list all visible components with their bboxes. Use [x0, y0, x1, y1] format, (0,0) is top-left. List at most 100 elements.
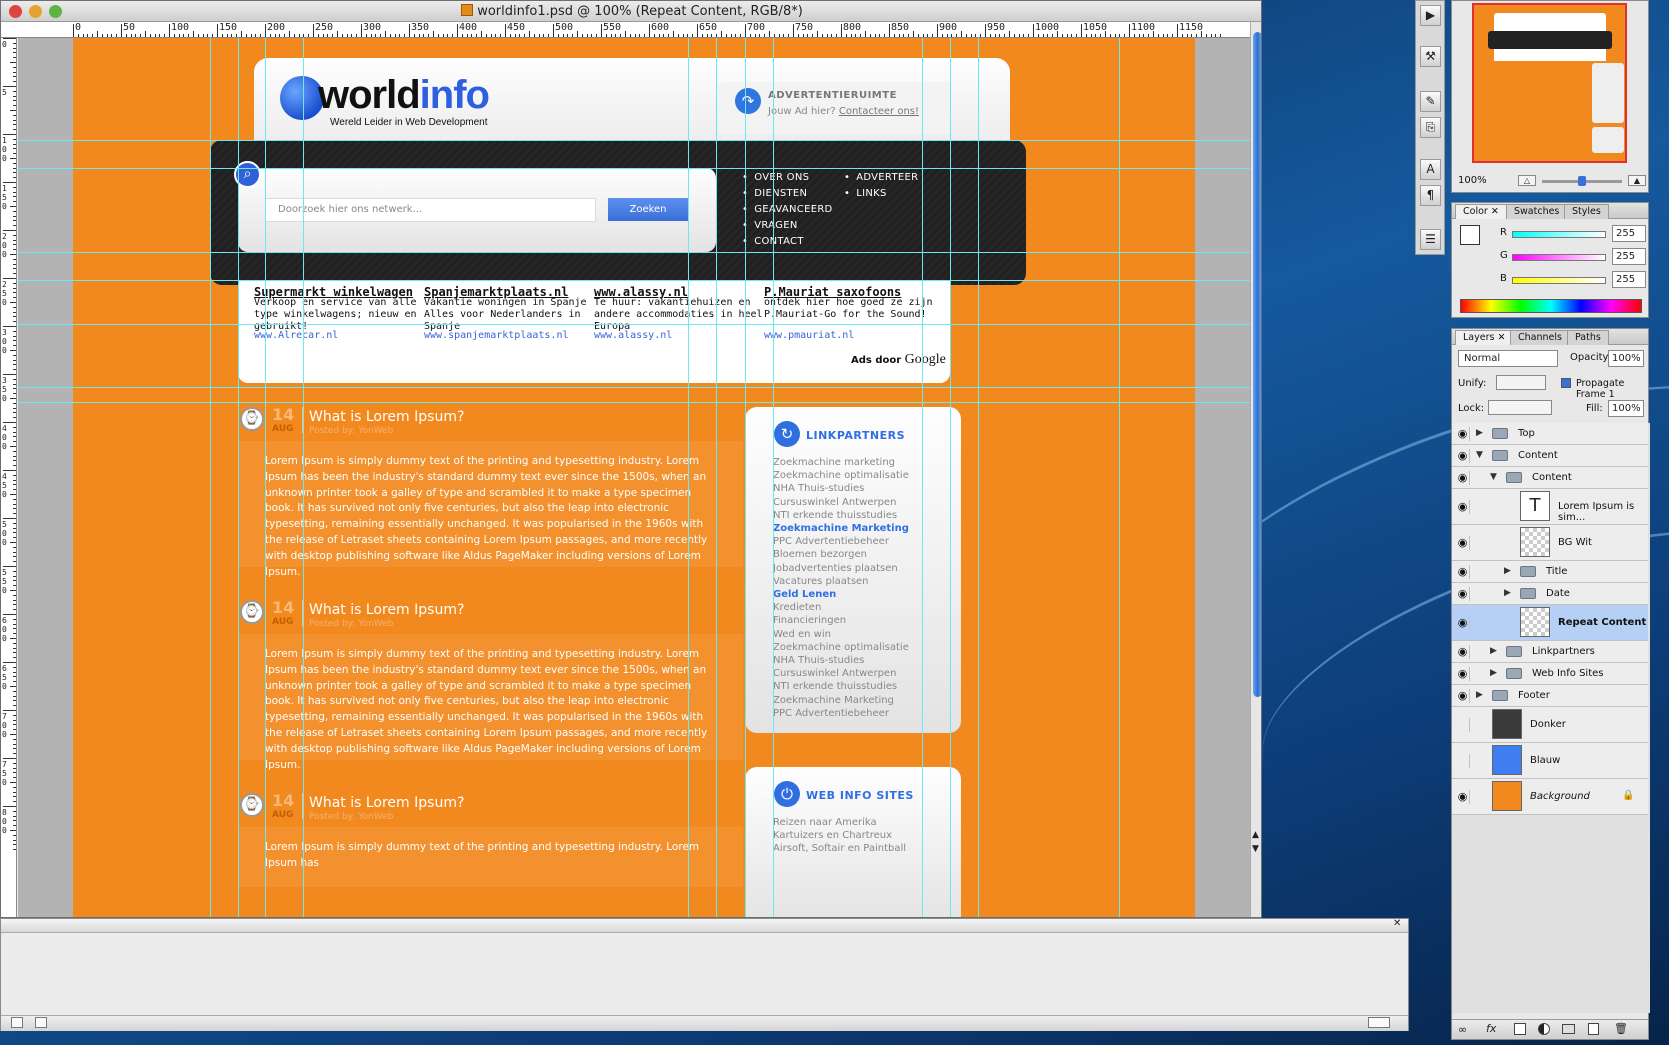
- linkpartner-link[interactable]: NHA Thuis-studies: [773, 655, 864, 666]
- post-title[interactable]: What is Lorem Ipsum?: [309, 795, 464, 811]
- linkpartner-link[interactable]: Financieringen: [773, 615, 846, 626]
- tab-swatches[interactable]: Swatches: [1506, 204, 1568, 219]
- linkpartner-link[interactable]: Zoekmachine Marketing: [773, 695, 894, 706]
- opacity-input[interactable]: 100%: [1608, 350, 1644, 367]
- guide-line-vertical[interactable]: [978, 38, 979, 917]
- navigator-preview[interactable]: [1472, 3, 1627, 163]
- scroll-down-arrow-icon[interactable]: ▼: [1252, 844, 1259, 854]
- new-group-icon[interactable]: [1562, 1024, 1575, 1034]
- nav-item[interactable]: GEAVANCEERD: [742, 204, 833, 215]
- tab-styles[interactable]: Styles: [1564, 204, 1609, 219]
- panel-options-icon[interactable]: [1368, 1017, 1390, 1028]
- guide-line-vertical[interactable]: [303, 38, 304, 917]
- post-title[interactable]: What is Lorem Ipsum?: [309, 409, 464, 425]
- guide-line-vertical[interactable]: [922, 38, 923, 917]
- vertical-ruler[interactable]: 0 5 1 0 0 1 5 0 2 0 0 2 5 0 3 0 0 3 5 0 4 0 0 4 5…: [1, 38, 17, 917]
- new-frame-icon[interactable]: [11, 1017, 23, 1028]
- triangle-right-icon[interactable]: ▶: [1490, 668, 1497, 678]
- linkpartner-link[interactable]: NTI erkende thuisstudies: [773, 510, 897, 521]
- scroll-thumb[interactable]: [1253, 32, 1261, 697]
- zoom-out-icon[interactable]: △: [1518, 175, 1536, 186]
- layer-row[interactable]: ◉ T Lorem Ipsum is sim...: [1452, 489, 1648, 525]
- webinfo-link[interactable]: Reizen naar Amerika: [773, 817, 877, 828]
- eye-icon[interactable]: ◉: [1456, 471, 1470, 485]
- ad-url-link[interactable]: www.spanjemarktplaats.nl: [424, 330, 569, 341]
- fx-icon[interactable]: fx: [1486, 1022, 1496, 1035]
- unify-buttons[interactable]: [1496, 375, 1546, 390]
- triangle-down-icon[interactable]: ▼: [1490, 472, 1497, 482]
- tab-layers[interactable]: Layers ✕: [1455, 330, 1514, 345]
- linkpartner-link[interactable]: PPC Advertentiebeheer: [773, 708, 889, 719]
- clone-icon[interactable]: ⎘: [1420, 117, 1441, 138]
- zoom-window-button[interactable]: [49, 5, 62, 18]
- linkpartner-link[interactable]: Bloemen bezorgen: [773, 549, 867, 560]
- ad-url-link[interactable]: www.Alrecar.nl: [254, 330, 338, 341]
- close-panel-icon[interactable]: ✕: [1393, 918, 1401, 929]
- nav-item[interactable]: OVER ONS: [742, 172, 809, 183]
- propagate-checkbox[interactable]: [1561, 378, 1571, 388]
- linkpartner-link[interactable]: Kredieten: [773, 602, 821, 613]
- eye-icon[interactable]: ◉: [1456, 587, 1470, 601]
- guide-line-horizontal[interactable]: [18, 387, 1250, 388]
- linkpartner-link[interactable]: NHA Thuis-studies: [773, 483, 864, 494]
- eye-icon[interactable]: ◉: [1456, 790, 1470, 804]
- linkpartner-link[interactable]: Zoekmachine marketing: [773, 457, 895, 468]
- r-channel-value[interactable]: 255: [1612, 225, 1646, 242]
- eye-icon[interactable]: ◉: [1456, 645, 1470, 659]
- eye-icon[interactable]: ◉: [1456, 536, 1470, 550]
- guide-line-vertical[interactable]: [265, 38, 266, 917]
- layer-row[interactable]: ◉ ▶ Date: [1452, 583, 1648, 605]
- guide-line-vertical[interactable]: [688, 38, 689, 917]
- layer-row[interactable]: ◉ ▼ Content: [1452, 445, 1648, 467]
- layer-row[interactable]: ◉ ▶ Title: [1452, 561, 1648, 583]
- linkpartner-link[interactable]: Geld Lenen: [773, 589, 836, 600]
- character-icon[interactable]: A: [1420, 159, 1441, 180]
- guide-line-horizontal[interactable]: [18, 168, 1250, 169]
- b-channel-slider[interactable]: [1512, 277, 1606, 284]
- layer-row[interactable]: ◉ ▶ Footer: [1452, 685, 1648, 707]
- ad-url-link[interactable]: www.alassy.nl: [594, 330, 672, 341]
- eye-icon[interactable]: ◉: [1456, 565, 1470, 579]
- tab-color[interactable]: Color ✕: [1455, 204, 1507, 219]
- close-window-button[interactable]: [9, 5, 22, 18]
- window-titlebar[interactable]: worldinfo1.psd @ 100% (Repeat Content, R…: [1, 1, 1261, 22]
- eye-icon[interactable]: ◉: [1456, 500, 1470, 514]
- search-input[interactable]: Doorzoek hier ons netwerk...: [265, 198, 596, 222]
- scroll-up-arrow-icon[interactable]: ▲: [1252, 830, 1259, 840]
- layer-row[interactable]: ◉ Repeat Content: [1452, 605, 1648, 641]
- eye-icon[interactable]: [1456, 718, 1470, 732]
- guide-line-vertical[interactable]: [950, 38, 951, 917]
- linkpartner-link[interactable]: Wed en win: [773, 629, 831, 640]
- linkpartner-link[interactable]: Zoekmachine optimalisatie: [773, 470, 909, 481]
- layer-row[interactable]: ◉ BG Wit: [1452, 525, 1648, 561]
- guide-line-horizontal[interactable]: [18, 140, 1250, 141]
- triangle-right-icon[interactable]: ▶: [1504, 588, 1511, 598]
- guide-line-horizontal[interactable]: [18, 252, 1250, 253]
- tab-paths[interactable]: Paths: [1567, 330, 1609, 345]
- nav-item[interactable]: ADVERTEER: [844, 172, 918, 183]
- eye-icon[interactable]: ◉: [1456, 449, 1470, 463]
- webinfo-link[interactable]: Kartuizers en Chartreux: [773, 830, 892, 841]
- linkpartner-link[interactable]: Jobadvertenties plaatsen: [773, 563, 898, 574]
- tab-channels[interactable]: Channels: [1510, 330, 1570, 345]
- linkpartner-link[interactable]: NTI erkende thuisstudies: [773, 681, 897, 692]
- layer-row[interactable]: ◉ ▼ Content: [1452, 467, 1648, 489]
- mask-icon[interactable]: [1514, 1023, 1526, 1035]
- minimize-window-button[interactable]: [29, 5, 42, 18]
- link-layers-icon[interactable]: ∞: [1458, 1023, 1467, 1036]
- adjustment-icon[interactable]: [1538, 1023, 1550, 1035]
- triangle-down-icon[interactable]: ▼: [1476, 450, 1483, 460]
- triangle-right-icon[interactable]: ▶: [1476, 428, 1483, 438]
- contact-link[interactable]: Contacteer ons!: [839, 106, 919, 117]
- linkpartner-link[interactable]: Vacatures plaatsen: [773, 576, 869, 587]
- guide-line-vertical[interactable]: [1119, 38, 1120, 917]
- actions-icon[interactable]: ▶: [1420, 5, 1441, 26]
- linkpartner-link[interactable]: Zoekmachine optimalisatie: [773, 642, 909, 653]
- linkpartner-link[interactable]: Cursuswinkel Antwerpen: [773, 497, 896, 508]
- guide-line-vertical[interactable]: [745, 38, 746, 917]
- lock-buttons[interactable]: [1488, 400, 1552, 415]
- tools-icon[interactable]: ⚒: [1420, 46, 1441, 67]
- navigator-zoom-value[interactable]: 100%: [1458, 175, 1487, 186]
- triangle-right-icon[interactable]: ▶: [1476, 690, 1483, 700]
- layer-row[interactable]: ◉ ▶ Web Info Sites: [1452, 663, 1648, 685]
